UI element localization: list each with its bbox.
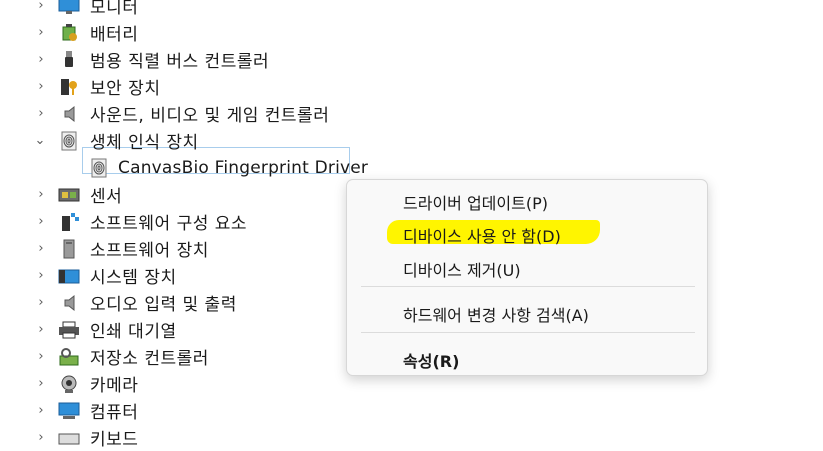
battery-icon — [56, 23, 82, 43]
chevron-right-icon[interactable]: › — [34, 106, 48, 121]
chevron-right-icon[interactable]: › — [34, 79, 48, 94]
fingerprint-icon — [56, 131, 82, 151]
keyboard-icon — [56, 428, 82, 448]
tree-item-label: 오디오 입력 및 출력 — [90, 295, 237, 315]
tree-item-sound[interactable]: › 사운드, 비디오 및 게임 컨트롤러 — [0, 100, 420, 127]
tree-item-security[interactable]: › 보안 장치 — [0, 73, 420, 100]
chevron-right-icon[interactable]: › — [34, 25, 48, 40]
menu-disable-device[interactable]: 디바이스 사용 안 함(D) — [403, 223, 561, 247]
chevron-right-icon[interactable]: › — [34, 52, 48, 67]
menu-update-driver[interactable]: 드라이버 업데이트(P) — [403, 190, 548, 214]
chevron-right-icon[interactable]: › — [34, 295, 48, 310]
speaker-icon — [56, 293, 82, 313]
chevron-right-icon[interactable]: › — [34, 214, 48, 229]
tree-item-label: 시스템 장치 — [90, 268, 177, 288]
usb-icon — [56, 50, 82, 70]
tree-item-battery[interactable]: › 배터리 — [0, 19, 420, 46]
system-device-icon — [56, 266, 82, 286]
tree-item-keyboard[interactable]: › 키보드 — [0, 424, 420, 451]
tree-item-label: 모니터 — [90, 0, 139, 18]
printer-icon — [56, 320, 82, 340]
tree-item-label: 소프트웨어 장치 — [90, 241, 209, 261]
tree-item-label: 키보드 — [90, 430, 139, 450]
tree-item-label: 범용 직렬 버스 컨트롤러 — [90, 52, 270, 72]
tree-item-label: 저장소 컨트롤러 — [90, 349, 209, 369]
chevron-right-icon[interactable]: › — [34, 322, 48, 337]
chevron-right-icon[interactable]: › — [34, 0, 48, 13]
security-key-icon — [56, 77, 82, 97]
chevron-right-icon[interactable]: › — [34, 403, 48, 418]
tree-item-monitor[interactable]: › 모니터 — [0, 0, 420, 19]
menu-separator — [361, 286, 695, 287]
context-menu: 드라이버 업데이트(P) 디바이스 사용 안 함(D) 디바이스 제거(U) 하… — [346, 179, 708, 376]
fingerprint-icon — [86, 158, 112, 178]
chevron-right-icon[interactable]: › — [34, 268, 48, 283]
chevron-down-icon[interactable]: ⌄ — [33, 133, 47, 148]
menu-separator — [361, 332, 695, 333]
chevron-right-icon[interactable]: › — [34, 376, 48, 391]
tree-item-label: CanvasBio Fingerprint Driver — [118, 157, 369, 178]
menu-properties[interactable]: 속성(R) — [403, 348, 459, 372]
tree-item-label: 컴퓨터 — [90, 403, 139, 423]
tree-item-label: 보안 장치 — [90, 79, 161, 99]
computer-icon — [56, 401, 82, 421]
speaker-icon — [56, 104, 82, 124]
tree-item-biometric[interactable]: ⌄ 생체 인식 장치 — [0, 127, 420, 154]
tree-item-canvasbio-driver[interactable]: CanvasBio Fingerprint Driver — [0, 154, 420, 181]
storage-controller-icon — [56, 347, 82, 367]
tree-item-label: 인쇄 대기열 — [90, 322, 177, 342]
tree-item-label: 사운드, 비디오 및 게임 컨트롤러 — [90, 106, 330, 126]
tree-item-label: 센서 — [90, 187, 123, 207]
chevron-right-icon[interactable]: › — [34, 349, 48, 364]
monitor-icon — [56, 0, 82, 16]
tree-item-computer[interactable]: › 컴퓨터 — [0, 397, 420, 424]
tree-item-label: 카메라 — [90, 376, 139, 396]
chevron-right-icon[interactable]: › — [34, 187, 48, 202]
menu-scan-hardware-changes[interactable]: 하드웨어 변경 사항 검색(A) — [403, 302, 589, 326]
camera-icon — [56, 374, 82, 394]
tree-item-label: 소프트웨어 구성 요소 — [90, 214, 248, 234]
tree-item-usb[interactable]: › 범용 직렬 버스 컨트롤러 — [0, 46, 420, 73]
menu-uninstall-device[interactable]: 디바이스 제거(U) — [403, 257, 521, 281]
software-component-icon — [56, 212, 82, 232]
sensor-icon — [56, 185, 82, 205]
chevron-right-icon[interactable]: › — [34, 430, 48, 445]
tree-item-label: 배터리 — [90, 25, 139, 45]
tree-item-label: 생체 인식 장치 — [90, 133, 199, 153]
chevron-right-icon[interactable]: › — [34, 241, 48, 256]
software-device-icon — [56, 239, 82, 259]
